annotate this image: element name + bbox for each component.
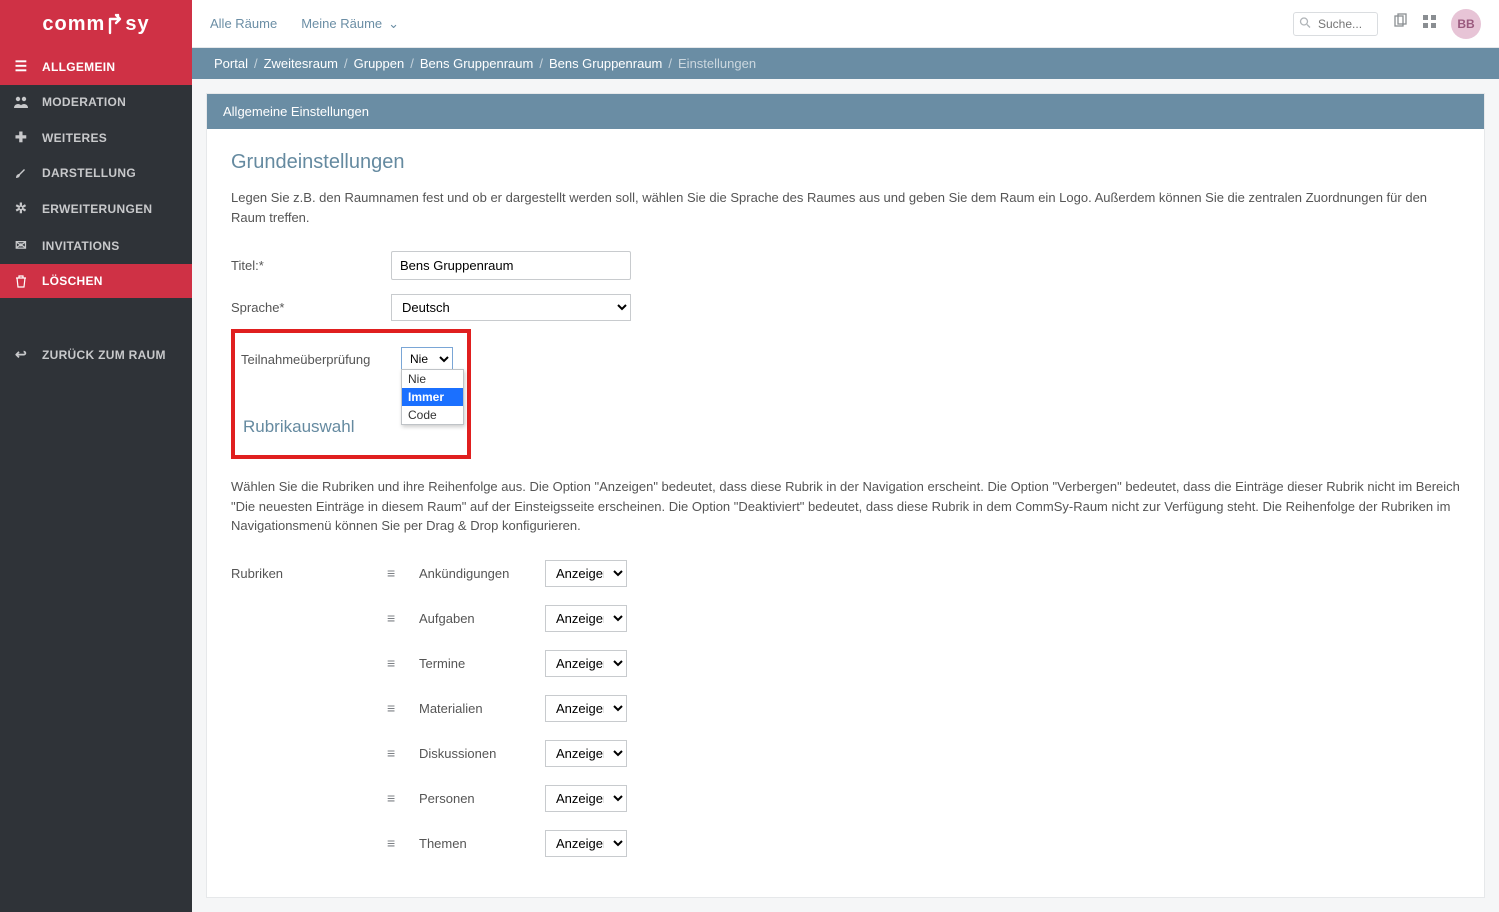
rubrik-select[interactable]: Anzeigen — [545, 740, 627, 767]
rubrik-name: Materialien — [419, 701, 529, 716]
drag-handle-icon[interactable]: ≡ — [387, 610, 403, 626]
rubrik-row: Rubriken ≡ Ankündigungen Anzeigen — [231, 560, 1460, 587]
nav-my-rooms[interactable]: Meine Räume ⌄ — [301, 16, 399, 32]
drag-handle-icon[interactable]: ≡ — [387, 745, 403, 761]
rubrik-row: ≡ Termine Anzeigen — [231, 650, 1460, 677]
sidebar-item-erweiterungen[interactable]: ✲ ERWEITERUNGEN — [0, 190, 192, 227]
rubrik-name: Ankündigungen — [419, 566, 529, 581]
dropdown-option-code[interactable]: Code — [402, 406, 463, 424]
trash-icon — [12, 274, 30, 288]
drag-handle-icon[interactable]: ≡ — [387, 700, 403, 716]
input-titel[interactable] — [391, 251, 631, 280]
rubrik-select[interactable]: Anzeigen — [545, 785, 627, 812]
highlight-teilnahme: Teilnahmeüberprüfung Nie Nie Immer Code — [231, 329, 471, 459]
breadcrumb-item[interactable]: Zweitesraum — [264, 56, 338, 71]
rubrik-name: Personen — [419, 791, 529, 806]
select-sprache[interactable]: Deutsch — [391, 294, 631, 321]
rubrik-label-col: Rubriken — [231, 566, 371, 581]
envelope-icon: ✉ — [12, 237, 30, 254]
sidebar-item-label: LÖSCHEN — [42, 274, 103, 288]
back-arrow-icon: ↩ — [12, 346, 30, 363]
rubrik-select[interactable]: Anzeigen — [545, 830, 627, 857]
rubrik-select[interactable]: Anzeigen — [545, 650, 627, 677]
breadcrumb-item[interactable]: Gruppen — [354, 56, 405, 71]
sliders-icon: ☰ — [12, 58, 30, 75]
rubrik-name: Diskussionen — [419, 746, 529, 761]
sidebar-item-back[interactable]: ↩ ZURÜCK ZUM RAUM — [0, 336, 192, 373]
drag-handle-icon[interactable]: ≡ — [387, 565, 403, 581]
dropdown-option-nie[interactable]: Nie — [402, 370, 463, 388]
settings-panel: Allgemeine Einstellungen Grundeinstellun… — [206, 93, 1485, 898]
label-teilnahme: Teilnahmeüberprüfung — [241, 352, 381, 367]
sidebar: comm sy ☰ ALLGEMEIN MODERATION ✚ WEITERE… — [0, 0, 192, 912]
copy-icon[interactable] — [1392, 13, 1408, 34]
sidebar-item-moderation[interactable]: MODERATION — [0, 85, 192, 119]
gear-icon: ✲ — [12, 200, 30, 217]
logo-icon — [106, 13, 124, 35]
section-desc-grund: Legen Sie z.B. den Raumnamen fest und ob… — [231, 188, 1460, 227]
nav-all-rooms[interactable]: Alle Räume — [210, 16, 277, 31]
chevron-down-icon: ⌄ — [388, 16, 399, 32]
rubrik-select[interactable]: Anzeigen — [545, 605, 627, 632]
sidebar-item-label: DARSTELLUNG — [42, 166, 136, 180]
sidebar-item-label: INVITATIONS — [42, 239, 120, 253]
topbar: Alle Räume Meine Räume ⌄ — [192, 0, 1499, 48]
select-teilnahme[interactable]: Nie — [401, 347, 453, 371]
sidebar-item-label: ZURÜCK ZUM RAUM — [42, 348, 166, 362]
breadcrumb: Portal / Zweitesraum / Gruppen / Bens Gr… — [192, 48, 1499, 79]
rubrik-row: ≡ Diskussionen Anzeigen — [231, 740, 1460, 767]
people-icon — [12, 95, 30, 109]
grid-icon[interactable] — [1422, 14, 1437, 34]
rubrik-row: ≡ Materialien Anzeigen — [231, 695, 1460, 722]
rubrik-name: Termine — [419, 656, 529, 671]
sidebar-item-darstellung[interactable]: DARSTELLUNG — [0, 156, 192, 190]
sidebar-item-label: WEITERES — [42, 131, 107, 145]
sidebar-item-weiteres[interactable]: ✚ WEITERES — [0, 119, 192, 156]
section-desc-rubrik: Wählen Sie die Rubriken und ihre Reihenf… — [231, 477, 1460, 536]
rubrik-name: Themen — [419, 836, 529, 851]
rubrik-name: Aufgaben — [419, 611, 529, 626]
drag-handle-icon[interactable]: ≡ — [387, 835, 403, 851]
label-sprache: Sprache* — [231, 300, 371, 315]
sidebar-item-loeschen[interactable]: LÖSCHEN — [0, 264, 192, 298]
dropdown-teilnahme: Nie Immer Code — [401, 369, 464, 425]
rubrik-row: ≡ Personen Anzeigen — [231, 785, 1460, 812]
main: Alle Räume Meine Räume ⌄ — [192, 0, 1499, 912]
rubrik-row: ≡ Aufgaben Anzeigen — [231, 605, 1460, 632]
drag-handle-icon[interactable]: ≡ — [387, 790, 403, 806]
logo[interactable]: comm sy — [0, 0, 192, 48]
search-wrap — [1293, 12, 1378, 36]
section-title-grund: Grundeinstellungen — [231, 151, 1460, 174]
breadcrumb-item[interactable]: Bens Gruppenraum — [420, 56, 533, 71]
dropdown-option-immer[interactable]: Immer — [402, 388, 463, 406]
breadcrumb-current: Einstellungen — [678, 56, 756, 71]
rubrik-row: ≡ Themen Anzeigen — [231, 830, 1460, 857]
rubrik-select[interactable]: Anzeigen — [545, 695, 627, 722]
sidebar-item-label: MODERATION — [42, 95, 126, 109]
label-titel: Titel:* — [231, 258, 371, 273]
sidebar-item-allgemein[interactable]: ☰ ALLGEMEIN — [0, 48, 192, 85]
brush-icon — [12, 166, 30, 180]
breadcrumb-item[interactable]: Portal — [214, 56, 248, 71]
sidebar-item-label: ERWEITERUNGEN — [42, 202, 152, 216]
rubrik-select[interactable]: Anzeigen — [545, 560, 627, 587]
panel-header: Allgemeine Einstellungen — [207, 94, 1484, 129]
search-icon — [1299, 16, 1311, 31]
breadcrumb-item[interactable]: Bens Gruppenraum — [549, 56, 662, 71]
sidebar-item-invitations[interactable]: ✉ INVITATIONS — [0, 227, 192, 264]
sidebar-item-label: ALLGEMEIN — [42, 60, 115, 74]
avatar[interactable]: BB — [1451, 9, 1481, 39]
plus-icon: ✚ — [12, 129, 30, 146]
drag-handle-icon[interactable]: ≡ — [387, 655, 403, 671]
